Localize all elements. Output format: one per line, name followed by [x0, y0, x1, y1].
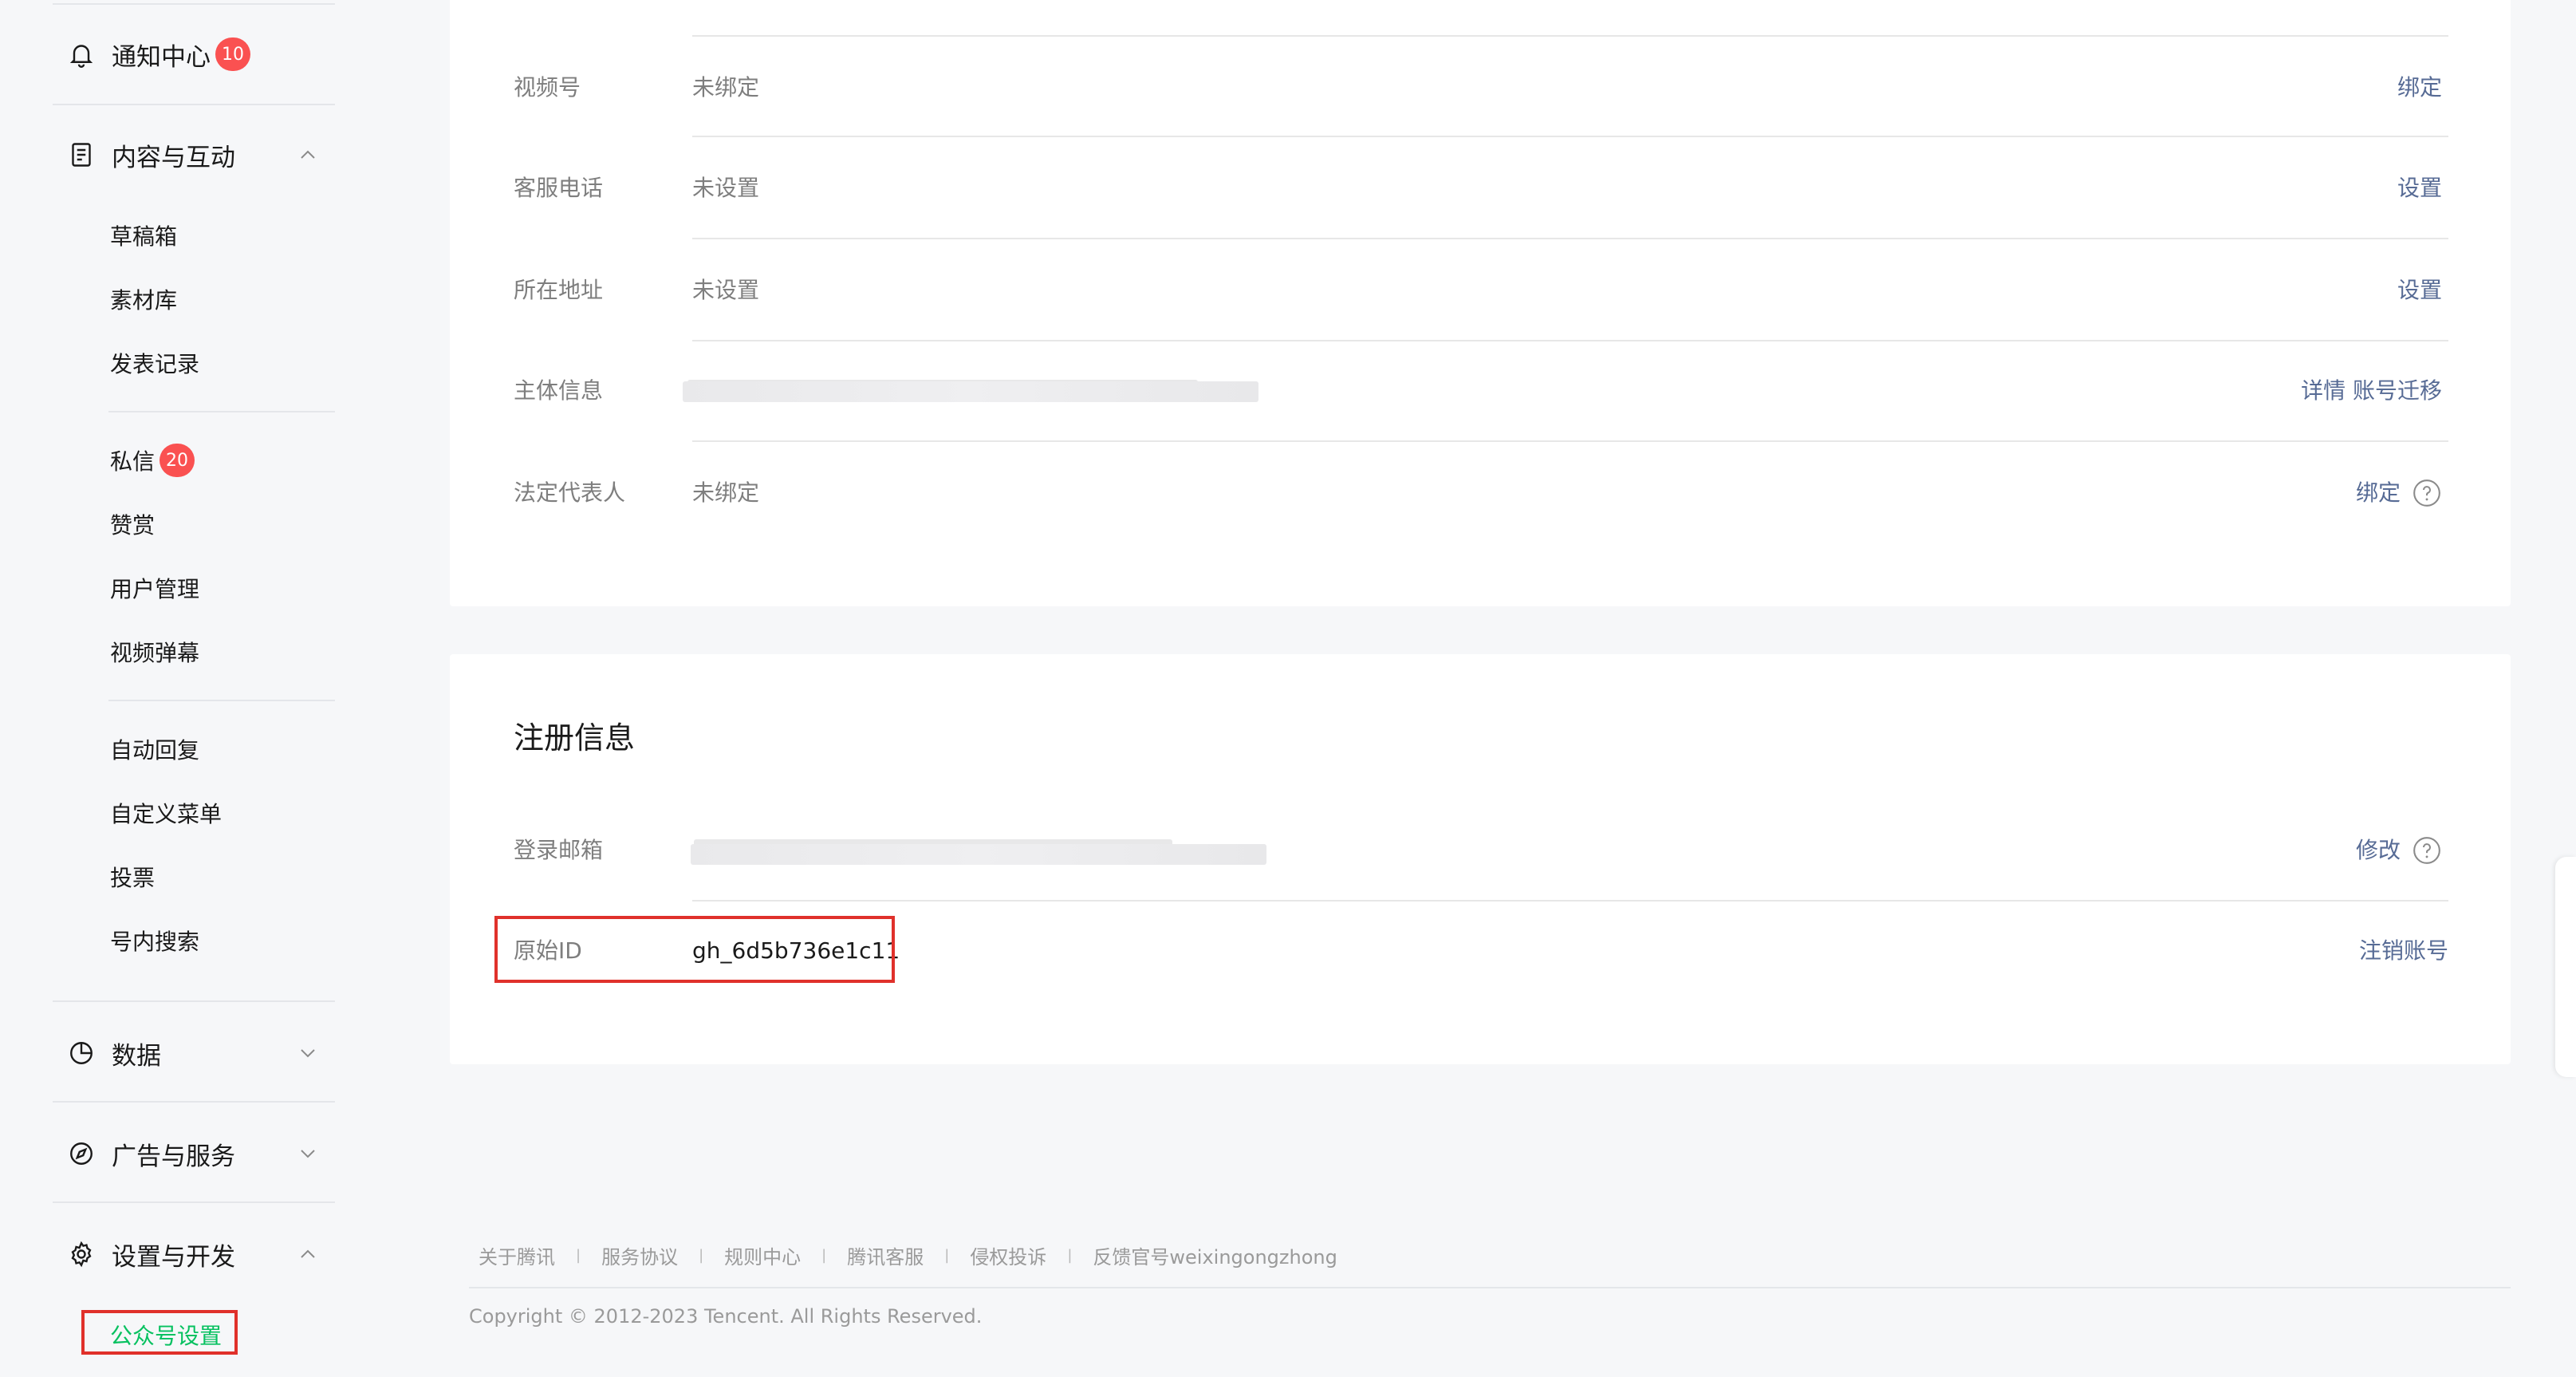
compass-icon [67, 1139, 96, 1168]
sidebar-item-video-danmaku[interactable]: 视频弹幕 [110, 632, 199, 672]
row-label: 法定代表人 [514, 479, 626, 506]
footer-link-infringement[interactable]: 侵权投诉 [970, 1241, 1046, 1269]
cancel-account-link[interactable]: 注销账号 [2359, 935, 2448, 967]
footer-separator: | [699, 1247, 704, 1264]
page-root: 通知中心 10 内容与互动 草稿箱 素材库 发表记录 私信 20 赞赏 用户管理… [0, 0, 2576, 1377]
chevron-down-icon[interactable] [295, 1141, 321, 1166]
row-value: 未设置 [692, 175, 760, 201]
sidebar-group-content[interactable]: 内容与互动 [67, 132, 235, 177]
notification-badge: 10 [215, 37, 250, 71]
document-icon [67, 140, 96, 169]
sidebar-item-publish-records[interactable]: 发表记录 [110, 343, 199, 383]
sidebar-group-data[interactable]: 数据 [67, 1031, 161, 1075]
bind-channels-link[interactable]: 绑定 [2397, 72, 2442, 104]
highlight-box [494, 916, 895, 983]
entity-details-link[interactable]: 详情 账号迁移 [2301, 375, 2442, 407]
footer-link-feedback[interactable]: 反馈官号weixingongzhong [1093, 1241, 1337, 1269]
sidebar-item-in-account-search[interactable]: 号内搜索 [110, 921, 199, 961]
row-value: 未设置 [692, 277, 760, 303]
side-floating-tab[interactable] [2555, 857, 2576, 1077]
row-divider [692, 900, 2448, 902]
pie-chart-icon [67, 1039, 96, 1067]
help-icon[interactable] [2412, 835, 2442, 866]
sidebar-divider [53, 1101, 335, 1103]
row-divider [692, 340, 2448, 341]
footer-links: 关于腾讯 | 服务协议 | 规则中心 | 腾讯客服 | 侵权投诉 | 反馈官号w… [479, 1241, 1337, 1269]
sidebar-item-materials[interactable]: 素材库 [110, 279, 177, 319]
section-title: 注册信息 [514, 720, 636, 756]
sidebar-item-custom-menu[interactable]: 自定义菜单 [110, 793, 222, 833]
sidebar-item-label: 通知中心 [112, 42, 211, 72]
messages-badge: 20 [160, 444, 195, 477]
redacted-entity-info [683, 381, 1258, 402]
sidebar-divider [53, 3, 335, 5]
sidebar-group-label: 内容与互动 [112, 143, 235, 172]
row-value: 未绑定 [692, 74, 760, 101]
footer-separator: | [821, 1247, 827, 1264]
bind-legal-rep-action: 绑定 [2356, 477, 2442, 509]
sidebar-divider [108, 700, 335, 701]
sidebar-divider [53, 104, 335, 105]
sidebar-item-messages[interactable]: 私信 20 [110, 440, 195, 480]
help-icon[interactable] [2412, 478, 2442, 508]
set-phone-link[interactable]: 设置 [2397, 172, 2442, 204]
footer-link-rules[interactable]: 规则中心 [724, 1241, 801, 1269]
footer-divider [469, 1287, 2511, 1288]
footer-link-service-agreement[interactable]: 服务协议 [601, 1241, 678, 1269]
chevron-up-icon[interactable] [295, 1241, 321, 1267]
gear-icon [67, 1240, 96, 1268]
sidebar-item-notifications[interactable]: 通知中心 10 [67, 32, 250, 77]
row-divider [692, 238, 2448, 239]
chevron-down-icon[interactable] [295, 1040, 321, 1066]
modify-email-action: 修改 [2356, 834, 2442, 866]
modify-email-link[interactable]: 修改 [2356, 834, 2401, 866]
sidebar-group-settings[interactable]: 设置与开发 [67, 1232, 235, 1276]
set-address-link[interactable]: 设置 [2397, 274, 2442, 306]
row-divider [692, 136, 2448, 137]
redacted-email [691, 844, 1266, 865]
sidebar-item-vote[interactable]: 投票 [110, 857, 155, 897]
footer-separator: | [576, 1247, 581, 1264]
row-label: 视频号 [514, 74, 581, 101]
sidebar-group-label: 广告与服务 [112, 1142, 235, 1171]
sidebar: 通知中心 10 内容与互动 草稿箱 素材库 发表记录 私信 20 赞赏 用户管理… [0, 0, 415, 1377]
sidebar-item-label: 私信 [110, 448, 156, 475]
row-label: 客服电话 [514, 175, 604, 201]
sidebar-divider [53, 1000, 335, 1002]
row-label: 主体信息 [514, 377, 604, 404]
row-divider [692, 35, 2448, 37]
row-value: 未绑定 [692, 479, 760, 506]
footer-separator: | [1067, 1247, 1073, 1264]
footer-link-about[interactable]: 关于腾讯 [479, 1241, 555, 1269]
sidebar-item-auto-reply[interactable]: 自动回复 [110, 729, 199, 769]
sidebar-divider [53, 1201, 335, 1203]
row-label: 登录邮箱 [514, 837, 604, 863]
sidebar-item-user-management[interactable]: 用户管理 [110, 568, 199, 608]
copyright: Copyright © 2012-2023 Tencent. All Right… [469, 1305, 983, 1328]
sidebar-item-rewards[interactable]: 赞赏 [110, 504, 155, 544]
chevron-up-icon[interactable] [295, 142, 321, 168]
bell-icon [67, 40, 96, 69]
sidebar-divider [108, 411, 335, 412]
row-divider [692, 440, 2448, 442]
footer-link-support[interactable]: 腾讯客服 [847, 1241, 924, 1269]
sidebar-group-ads[interactable]: 广告与服务 [67, 1131, 235, 1176]
sidebar-item-drafts[interactable]: 草稿箱 [110, 215, 177, 255]
row-label: 所在地址 [514, 277, 604, 303]
sidebar-group-label: 数据 [112, 1041, 161, 1071]
footer-separator: | [944, 1247, 950, 1264]
highlight-box [81, 1310, 238, 1355]
sidebar-group-label: 设置与开发 [112, 1242, 235, 1272]
bind-legal-rep-link[interactable]: 绑定 [2356, 477, 2401, 509]
